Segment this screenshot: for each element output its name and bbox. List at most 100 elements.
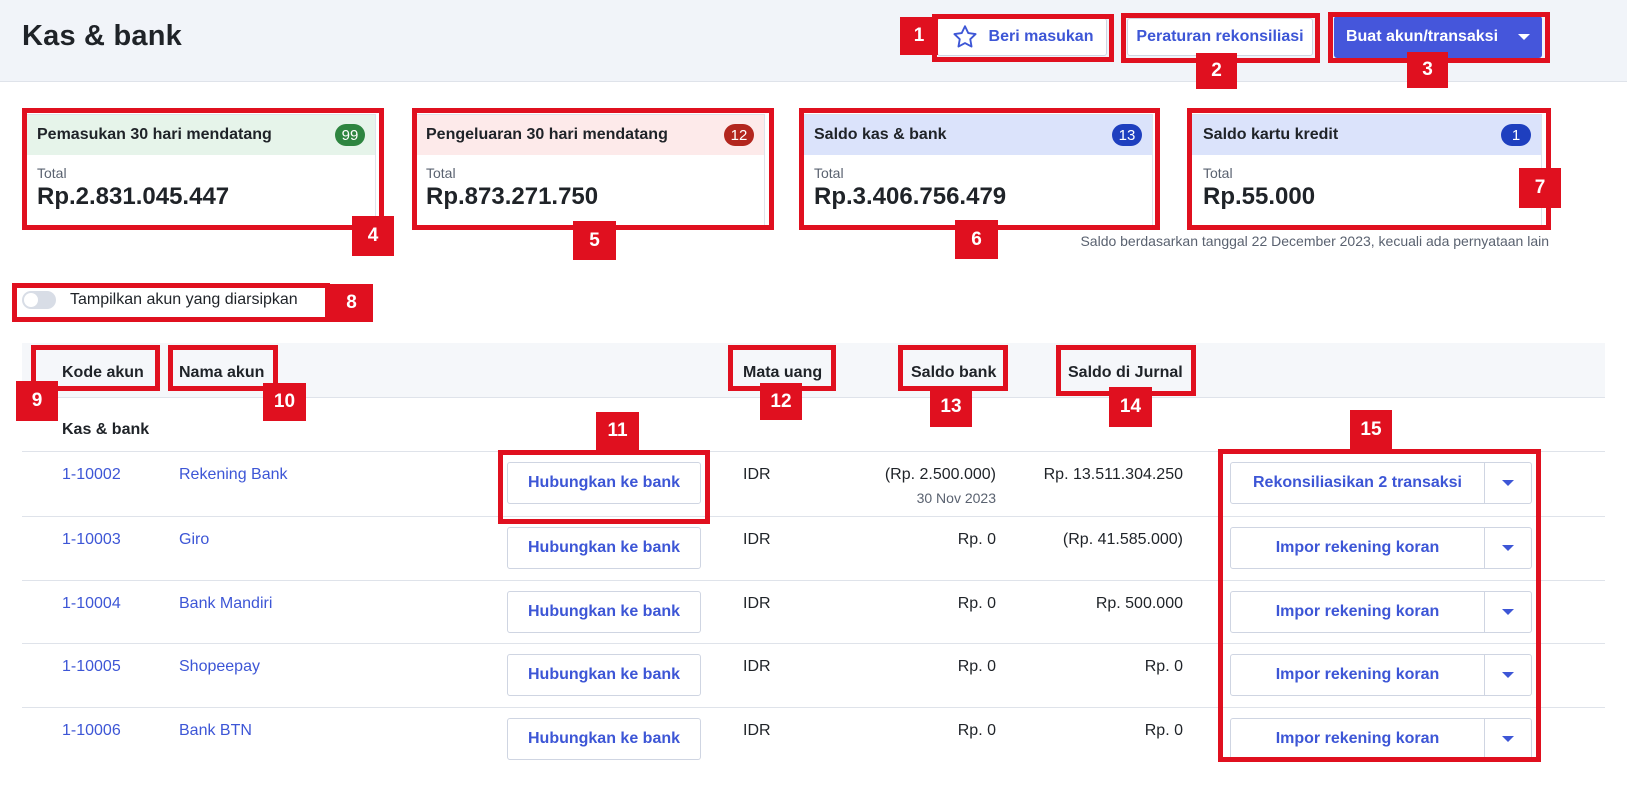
card-amount: Rp.55.000 <box>1203 183 1316 210</box>
row-action-dropdown[interactable] <box>1485 463 1531 503</box>
annotation-number-badge: 12 <box>760 383 802 420</box>
summary-card[interactable]: Pemasukan 30 hari mendatang 99 Total Rp.2.8… <box>24 114 376 226</box>
chevron-down-icon <box>1502 736 1514 742</box>
connect-bank-button[interactable]: Hubungkan ke bank <box>507 527 701 569</box>
card-header: Pengeluaran 30 hari mendatang 12 <box>414 115 764 155</box>
summary-card[interactable]: Pengeluaran 30 hari mendatang 12 Total Rp.8… <box>413 114 765 226</box>
bank-balance-cell: Rp. 0 <box>957 595 996 612</box>
row-action-button[interactable]: Impor rekening koran <box>1231 655 1485 695</box>
row-action-dropdown[interactable] <box>1485 655 1531 695</box>
annotation-number-badge: 1 <box>900 17 938 55</box>
card-title: Saldo kartu kredit <box>1203 126 1339 143</box>
header-account-name: Nama akun <box>179 364 265 381</box>
bank-balance-cell: (Rp. 2.500.000) <box>884 466 996 483</box>
account-code-link[interactable]: 1-10003 <box>62 531 121 549</box>
bank-balance-cell: Rp. 0 <box>957 531 996 548</box>
row-action-dropdown[interactable] <box>1485 528 1531 568</box>
card-count-badge: 13 <box>1112 124 1142 146</box>
account-name-link[interactable]: Bank Mandiri <box>179 595 272 613</box>
toggle-label: Tampilkan akun yang diarsipkan <box>70 291 298 308</box>
currency-cell: IDR <box>743 595 771 612</box>
currency-cell: IDR <box>743 658 771 675</box>
header-bank-balance: Saldo bank <box>911 364 997 381</box>
annotation-number-badge: 2 <box>1196 53 1237 89</box>
chevron-down-icon <box>1502 672 1514 678</box>
chevron-down-icon <box>1502 609 1514 615</box>
connect-bank-button[interactable]: Hubungkan ke bank <box>507 591 701 633</box>
account-name-link[interactable]: Bank BTN <box>179 722 252 740</box>
group-label: Kas & bank <box>62 421 150 438</box>
connect-bank-button[interactable]: Hubungkan ke bank <box>507 654 701 696</box>
account-code-link[interactable]: 1-10006 <box>62 722 121 740</box>
card-header: Saldo kartu kredit 1 <box>1191 115 1541 155</box>
summary-card[interactable]: Saldo kas & bank 13 Total Rp.3.406.756.479 <box>801 114 1153 226</box>
chevron-down-icon <box>1518 34 1531 40</box>
annotation-number-badge: 9 <box>16 381 58 421</box>
balance-note: Saldo berdasarkan tanggal 22 December 20… <box>1080 233 1549 249</box>
row-action-button[interactable]: Impor rekening koran <box>1231 528 1485 568</box>
annotation-number-badge: 4 <box>352 216 394 256</box>
currency-cell: IDR <box>743 531 771 548</box>
row-action-dropdown[interactable] <box>1485 592 1531 632</box>
row-action-split-button: Impor rekening koran <box>1230 527 1532 569</box>
star-icon <box>952 25 977 48</box>
toggle-switch[interactable] <box>22 291 56 309</box>
annotation-number-badge: 6 <box>955 220 998 259</box>
annotation-number-badge: 3 <box>1407 52 1448 88</box>
card-header: Saldo kas & bank 13 <box>802 115 1152 155</box>
annotation-number-badge: 15 <box>1350 410 1392 450</box>
journal-balance-cell: Rp. 500.000 <box>1095 595 1183 612</box>
feedback-button[interactable]: Beri masukan <box>937 18 1107 56</box>
account-code-link[interactable]: 1-10005 <box>62 658 121 676</box>
card-total-label: Total <box>37 165 67 181</box>
card-amount: Rp.873.271.750 <box>426 183 599 210</box>
card-title: Pengeluaran 30 hari mendatang <box>426 126 668 143</box>
reconciliation-rules-button[interactable]: Peraturan rekonsiliasi <box>1127 18 1313 56</box>
header-currency: Mata uang <box>743 364 823 381</box>
account-name-link[interactable]: Rekening Bank <box>179 466 288 484</box>
account-name-link[interactable]: Giro <box>179 531 209 549</box>
account-code-link[interactable]: 1-10004 <box>62 595 121 613</box>
connect-bank-button[interactable]: Hubungkan ke bank <box>507 718 701 760</box>
row-action-split-button: Impor rekening koran <box>1230 591 1532 633</box>
account-name-link[interactable]: Shopeepay <box>179 658 260 676</box>
chevron-down-icon <box>1502 545 1514 551</box>
card-amount: Rp.2.831.045.447 <box>37 183 230 210</box>
card-total-label: Total <box>426 165 456 181</box>
row-action-split-button: Impor rekening koran <box>1230 654 1532 696</box>
summary-card[interactable]: Saldo kartu kredit 1 Total Rp.55.000 <box>1190 114 1542 226</box>
archived-toggle[interactable]: Tampilkan akun yang diarsipkan <box>22 291 298 309</box>
card-title: Pemasukan 30 hari mendatang <box>37 126 272 143</box>
feedback-label: Beri masukan <box>988 28 1094 45</box>
annotation-number-badge: 10 <box>263 383 306 421</box>
card-count-badge: 99 <box>335 124 365 146</box>
account-code-link[interactable]: 1-10002 <box>62 466 121 484</box>
card-amount: Rp.3.406.756.479 <box>814 183 1007 210</box>
card-total-label: Total <box>814 165 844 181</box>
create-label: Buat akun/transaksi <box>1345 28 1499 45</box>
currency-cell: IDR <box>743 466 771 483</box>
row-action-split-button: Impor rekening koran <box>1230 718 1532 760</box>
annotation-number-badge: 7 <box>1519 168 1561 208</box>
row-action-split-button: Rekonsiliasikan 2 transaksi <box>1230 462 1532 504</box>
journal-balance-cell: Rp. 0 <box>1144 722 1183 739</box>
journal-balance-cell: (Rp. 41.585.000) <box>1062 531 1183 548</box>
currency-cell: IDR <box>743 722 771 739</box>
page-title: Kas & bank <box>22 20 182 52</box>
card-count-badge: 12 <box>724 124 754 146</box>
row-action-button[interactable]: Impor rekening koran <box>1231 719 1485 759</box>
header-account-code: Kode akun <box>62 364 144 381</box>
annotation-number-badge: 5 <box>573 221 616 260</box>
chevron-down-icon <box>1502 480 1514 486</box>
journal-balance-cell: Rp. 13.511.304.250 <box>1043 466 1183 483</box>
annotation-number-badge: 11 <box>596 412 639 450</box>
card-total-label: Total <box>1203 165 1233 181</box>
annotation-number-badge: 8 <box>330 284 373 322</box>
row-action-dropdown[interactable] <box>1485 719 1531 759</box>
card-count-badge: 1 <box>1501 124 1531 146</box>
connect-bank-button[interactable]: Hubungkan ke bank <box>507 462 701 504</box>
row-action-button[interactable]: Impor rekening koran <box>1231 592 1485 632</box>
bank-balance-cell: Rp. 0 <box>957 722 996 739</box>
bank-balance-date: 30 Nov 2023 <box>916 490 996 506</box>
row-action-button[interactable]: Rekonsiliasikan 2 transaksi <box>1231 463 1485 503</box>
